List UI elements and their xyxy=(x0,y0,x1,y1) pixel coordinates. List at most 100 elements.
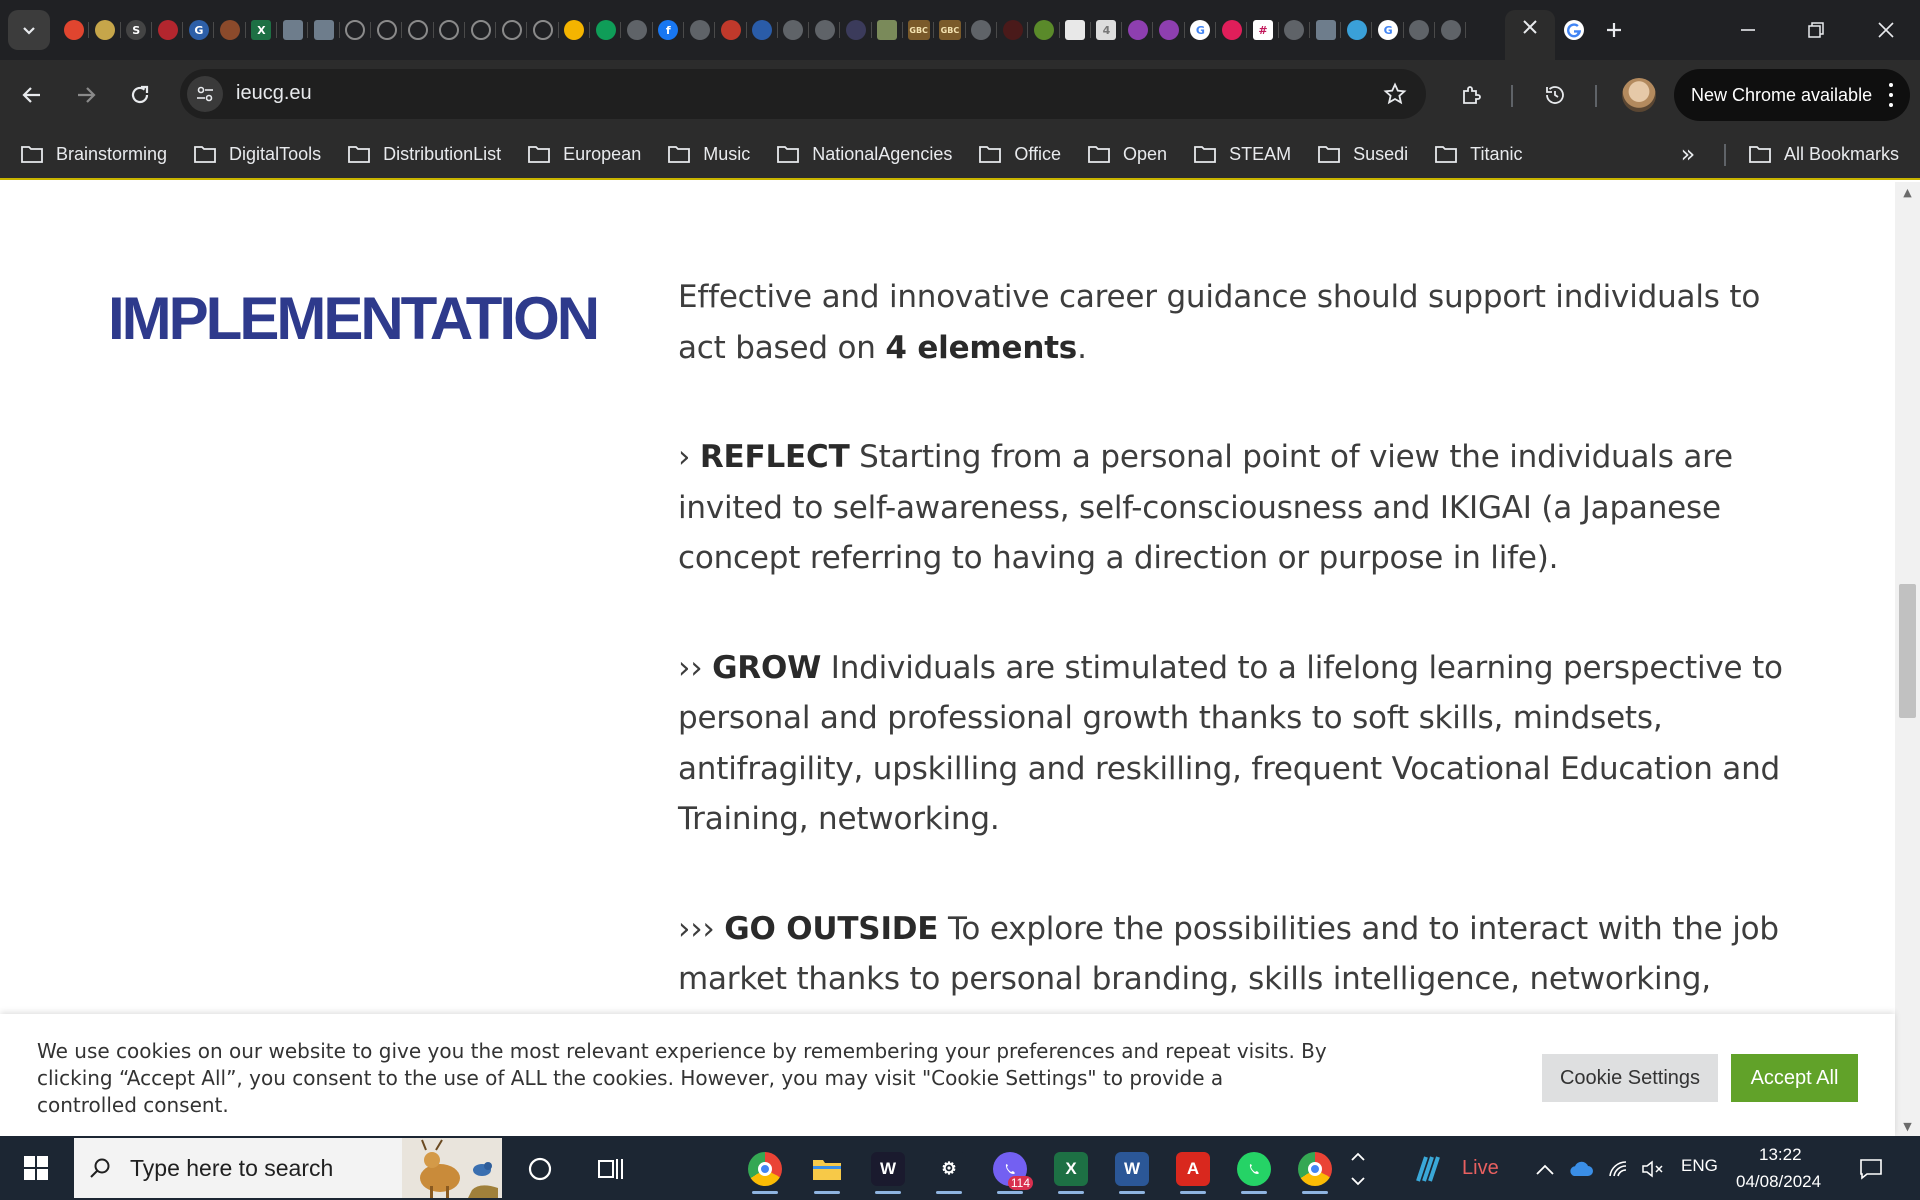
bookmark-folder[interactable]: DigitalTools xyxy=(193,136,331,172)
bookmark-folder[interactable]: Titanic xyxy=(1434,136,1532,172)
taskbar-search-box[interactable]: Type here to search xyxy=(74,1138,502,1198)
live-label[interactable]: Live xyxy=(1462,1150,1499,1186)
close-window-button[interactable] xyxy=(1856,8,1916,52)
acrobat-app[interactable]: A xyxy=(1168,1144,1218,1194)
pinned-tab[interactable] xyxy=(371,12,403,48)
pinned-tab[interactable] xyxy=(496,12,528,48)
pinned-tab[interactable] xyxy=(997,12,1029,48)
new-tab-button[interactable] xyxy=(1596,12,1632,48)
pinned-tab[interactable] xyxy=(58,12,90,48)
pinned-tab[interactable] xyxy=(1153,12,1185,48)
pinned-tab[interactable] xyxy=(152,12,184,48)
webex-app[interactable]: W xyxy=(863,1144,913,1194)
taskbar-scroll[interactable] xyxy=(1330,1144,1386,1194)
pinned-tab[interactable] xyxy=(559,12,591,48)
chrome-app[interactable] xyxy=(740,1144,790,1194)
accept-all-button[interactable]: Accept All xyxy=(1731,1054,1858,1102)
pinned-tab[interactable] xyxy=(277,12,309,48)
pinned-tab[interactable] xyxy=(1310,12,1342,48)
settings-app[interactable]: ⚙ xyxy=(924,1144,974,1194)
cortana-button[interactable] xyxy=(515,1144,565,1194)
pinned-tab[interactable]: G xyxy=(1372,12,1405,48)
scroll-down-arrow-icon[interactable]: ▼ xyxy=(1895,1116,1920,1136)
all-bookmarks-button[interactable]: All Bookmarks xyxy=(1748,136,1899,172)
pinned-tab[interactable]: X xyxy=(246,12,278,48)
pinned-tab[interactable] xyxy=(1279,12,1311,48)
pinned-tab[interactable] xyxy=(308,12,340,48)
pinned-tab[interactable] xyxy=(340,12,372,48)
cookie-settings-button[interactable]: Cookie Settings xyxy=(1542,1054,1718,1102)
bookmark-folder[interactable]: Music xyxy=(667,136,760,172)
site-info-button[interactable] xyxy=(187,76,223,112)
tab-search-button[interactable] xyxy=(8,10,50,50)
pinned-tab[interactable] xyxy=(715,12,747,48)
bookmark-folder[interactable]: DistributionList xyxy=(347,136,511,172)
url-text[interactable]: ieucg.eu xyxy=(236,82,312,105)
pinned-tab[interactable] xyxy=(1435,12,1467,48)
clock-time[interactable]: 13:22 xyxy=(1759,1145,1802,1165)
pinned-tab[interactable] xyxy=(590,12,622,48)
pinned-tab[interactable] xyxy=(402,12,434,48)
profile-avatar[interactable] xyxy=(1622,78,1656,112)
pinned-tab[interactable] xyxy=(214,12,247,48)
bookmark-folder[interactable]: Susedi xyxy=(1317,136,1418,172)
pinned-tab[interactable] xyxy=(966,12,998,48)
pinned-tab[interactable]: 4 xyxy=(1091,12,1123,48)
bookmark-folder[interactable]: Office xyxy=(978,136,1071,172)
pinned-tab[interactable] xyxy=(465,12,497,48)
pinned-tab[interactable]: # xyxy=(1247,12,1279,48)
volume-muted-icon[interactable] xyxy=(1628,1144,1678,1194)
extensions-button[interactable] xyxy=(1452,75,1492,115)
notifications-button[interactable] xyxy=(1846,1144,1896,1194)
pinned-tab[interactable] xyxy=(1060,12,1092,48)
active-tab[interactable] xyxy=(1505,10,1555,60)
back-button[interactable] xyxy=(12,75,52,115)
start-button[interactable] xyxy=(0,1136,72,1200)
pinned-tab[interactable] xyxy=(840,12,873,48)
pinned-tab[interactable]: f xyxy=(653,12,685,48)
pinned-tab[interactable] xyxy=(1216,12,1248,48)
pinned-tab[interactable] xyxy=(1341,12,1373,48)
chrome-update-button[interactable]: New Chrome available xyxy=(1674,69,1910,121)
history-button[interactable] xyxy=(1535,75,1575,115)
language-indicator[interactable]: ENG xyxy=(1681,1156,1718,1176)
pinned-tab[interactable] xyxy=(872,12,904,48)
bookmark-star-button[interactable] xyxy=(1380,79,1410,109)
forward-button[interactable] xyxy=(66,75,106,115)
pinned-tab[interactable] xyxy=(434,12,466,48)
pinned-tab[interactable] xyxy=(89,12,121,48)
pinned-tab[interactable] xyxy=(1122,12,1154,48)
whatsapp-app[interactable] xyxy=(1229,1144,1279,1194)
pinned-tab[interactable]: G xyxy=(183,12,215,48)
minimize-button[interactable] xyxy=(1718,8,1778,52)
word-app[interactable]: W xyxy=(1107,1144,1157,1194)
task-view-button[interactable] xyxy=(586,1144,636,1194)
clock-date[interactable]: 04/08/2024 xyxy=(1736,1172,1821,1192)
bookmark-folder[interactable]: Open xyxy=(1087,136,1177,172)
bookmark-folder[interactable]: European xyxy=(527,136,651,172)
bookmarks-overflow-button[interactable]: » xyxy=(1672,138,1704,170)
pinned-tab[interactable] xyxy=(527,12,560,48)
restore-button[interactable] xyxy=(1786,8,1846,52)
pinned-tab[interactable] xyxy=(1028,12,1060,48)
scrollbar-thumb[interactable] xyxy=(1899,584,1916,718)
pinned-tab[interactable]: S xyxy=(121,12,153,48)
pinned-tab[interactable] xyxy=(809,12,841,48)
bookmark-folder[interactable]: Brainstorming xyxy=(20,136,177,172)
bookmark-folder[interactable]: STEAM xyxy=(1193,136,1301,172)
scroll-up-arrow-icon[interactable]: ▲ xyxy=(1895,182,1920,202)
close-icon[interactable] xyxy=(1521,18,1539,36)
pinned-tab[interactable]: GBC xyxy=(934,12,966,48)
file-explorer-app[interactable] xyxy=(802,1144,852,1194)
pinned-tab[interactable] xyxy=(747,12,779,48)
bookmark-folder[interactable]: NationalAgencies xyxy=(776,136,962,172)
page-scrollbar[interactable]: ▲ ▼ xyxy=(1895,182,1920,1136)
pinned-tab[interactable] xyxy=(621,12,653,48)
pinned-tab[interactable] xyxy=(778,12,810,48)
excel-app[interactable]: X xyxy=(1046,1144,1096,1194)
tab-google[interactable] xyxy=(1558,14,1590,46)
pinned-tab[interactable]: G xyxy=(1185,12,1217,48)
address-bar[interactable]: ieucg.eu xyxy=(180,69,1426,119)
pinned-tab[interactable]: GBC xyxy=(903,12,935,48)
viber-app[interactable]: 114 xyxy=(985,1144,1035,1194)
